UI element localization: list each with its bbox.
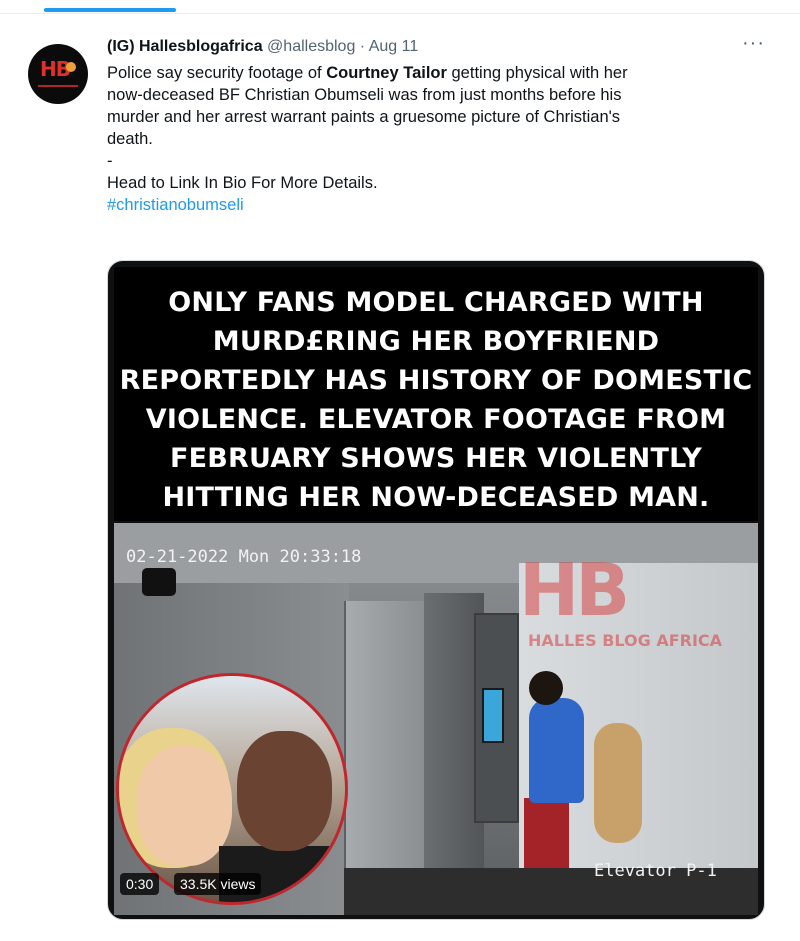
tweet-text-segment: getting physical with her	[446, 64, 628, 82]
inset-person-right	[237, 731, 332, 851]
elevator-panel-screen	[482, 688, 504, 743]
caption-line-4: VIOLENCE. ELEVATOR FOOTAGE FROM	[145, 404, 727, 435]
cctv-timestamp: 02-21-2022 Mon 20:33:18	[126, 547, 362, 567]
tweet-text-line-1: Police say security footage of Courtney …	[107, 62, 747, 84]
video-caption-box: ONLY FANS MODEL CHARGED WITH MURD£RING H…	[114, 267, 758, 521]
more-options-icon[interactable]: ···	[742, 32, 765, 55]
tweet-text: Police say security footage of Courtney …	[107, 62, 747, 216]
cctv-camera-label: Elevator P-1	[594, 861, 717, 881]
caption-line-1: ONLY FANS MODEL CHARGED WITH	[168, 287, 704, 318]
tweet-date[interactable]: Aug 11	[369, 38, 419, 55]
video-views-badge: 33.5K views	[174, 873, 262, 895]
tweet-media-video[interactable]: ONLY FANS MODEL CHARGED WITH MURD£RING H…	[107, 260, 765, 920]
active-tab-indicator	[44, 8, 176, 12]
couple-photo-inset	[116, 673, 348, 905]
caption-line-3: REPORTEDLY HAS HISTORY OF DOMESTIC	[119, 365, 753, 396]
watermark-text: HALLES BLOG AFRICA	[528, 631, 723, 650]
camera-icon	[142, 568, 176, 596]
caption-line-6: HITTING HER NOW-DECEASED MAN.	[162, 482, 710, 513]
figure-man	[529, 698, 584, 803]
tweet-text-line-5: -	[107, 152, 113, 170]
caption-line-2: MURD£RING HER BOYFRIEND	[212, 326, 660, 357]
hashtag-link[interactable]: #christianobumseli	[107, 194, 747, 216]
header-separator: ·	[359, 38, 366, 55]
avatar[interactable]: HB	[28, 44, 88, 104]
inset-person-left	[137, 746, 232, 866]
figure-woman	[594, 723, 642, 843]
caption-line-5: FEBRUARY SHOWS HER VIOLENTLY	[169, 443, 703, 474]
author-name[interactable]: (IG) Hallesblogafrica	[107, 38, 263, 55]
logo-underline	[38, 85, 78, 87]
video-duration-badge: 0:30	[120, 873, 160, 895]
logo-dot	[66, 62, 76, 72]
tweet[interactable]: HB (IG) Hallesblogafrica @hallesblog · A…	[0, 14, 800, 941]
figure-head	[529, 671, 563, 705]
figure-legs	[524, 798, 569, 868]
tweet-header: (IG) Hallesblogafrica @hallesblog · Aug …	[107, 36, 418, 58]
author-handle[interactable]: @hallesblog	[267, 38, 355, 55]
tweet-text-bold-name: Courtney Tailor	[326, 64, 447, 82]
tweet-text-segment: Police say security footage of	[107, 64, 327, 82]
tweet-text-line-6: Head to Link In Bio For More Details.	[107, 174, 378, 192]
elevator-door	[344, 601, 424, 901]
tweet-text-line-3: murder and her arrest warrant paints a g…	[107, 108, 621, 126]
tweet-text-line-2: now-deceased BF Christian Obumseli was f…	[107, 86, 622, 104]
watermark-logo: HB	[519, 548, 630, 632]
tweet-text-line-4: death.	[107, 130, 153, 148]
video-frame[interactable]: HB HALLES BLOG AFRICA 02-21-2022 Mon 20:…	[114, 523, 758, 915]
